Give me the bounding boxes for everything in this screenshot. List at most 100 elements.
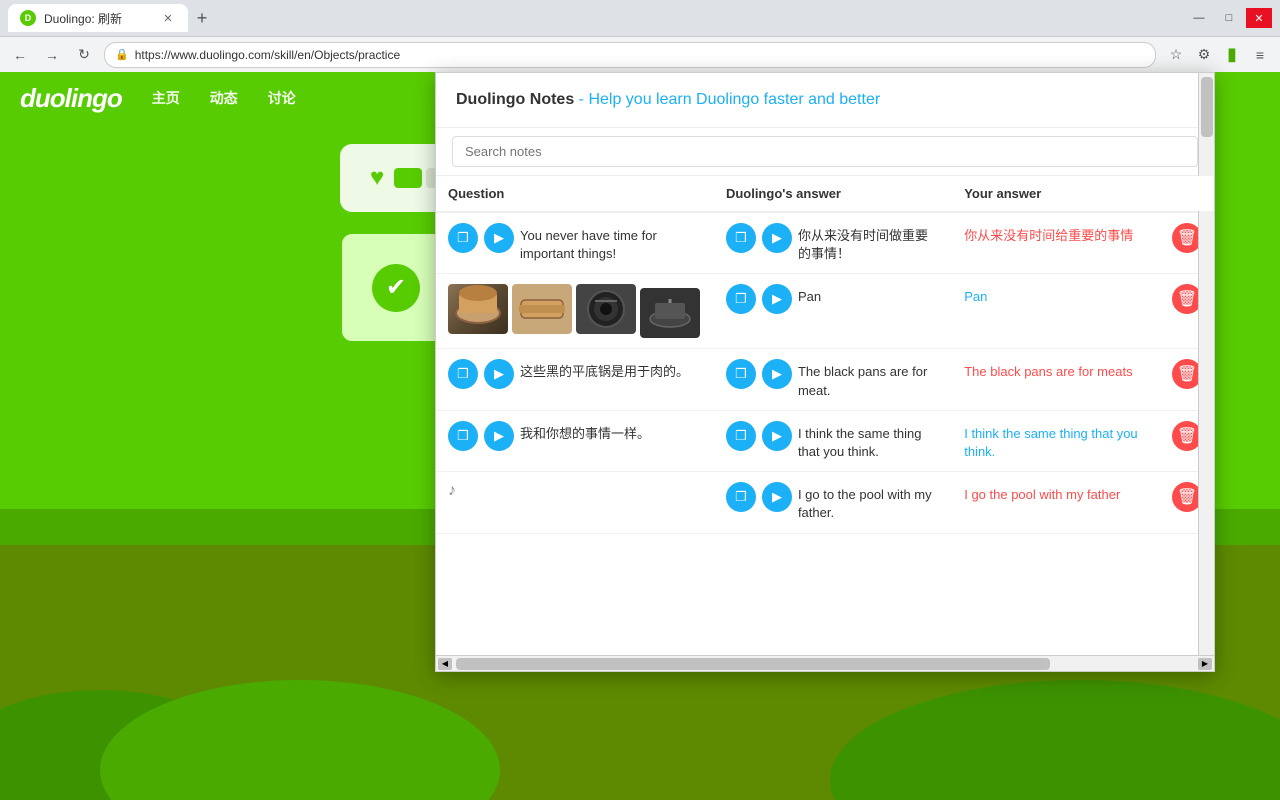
nav-activity[interactable]: 动态: [210, 84, 238, 112]
url-text: https://www.duolingo.com/skill/en/Object…: [135, 48, 400, 62]
notes-panel-title: Duolingo Notes: [456, 91, 574, 108]
your-answer-cell-3: The black pans are for meats: [952, 349, 1160, 410]
duo-copy-button-4[interactable]: ❐: [726, 421, 756, 451]
reload-button[interactable]: ↻: [72, 43, 96, 67]
browser-tab[interactable]: D Duolingo: 刷新 ✕: [8, 4, 188, 32]
notes-search-input[interactable]: [452, 136, 1198, 167]
question-text-1: You never have time for important things…: [520, 223, 702, 263]
chrome-frame: D Duolingo: 刷新 ✕ + — □ ✕ ← → ↻ 🔒 https:/…: [0, 0, 1280, 72]
copy-button-4[interactable]: ❐: [448, 421, 478, 451]
bookmark-icon[interactable]: ☆: [1164, 43, 1188, 67]
progress-cell-1: [394, 168, 422, 188]
your-answer-text-2: Pan: [964, 284, 1148, 306]
notes-panel: Duolingo Notes - Help you learn Duolingo…: [435, 72, 1215, 672]
maximize-button[interactable]: □: [1216, 8, 1242, 28]
duo-answer-text-2: Pan: [798, 284, 821, 306]
h-scroll-left-arrow[interactable]: ◀: [438, 658, 452, 670]
duo-answer-cell-1: ❐ ▶ 你从来没有时间做重要的事情！: [714, 212, 952, 274]
duo-copy-button-3[interactable]: ❐: [726, 359, 756, 389]
musical-note-icon: ♪: [448, 482, 456, 499]
extensions-icon[interactable]: ▮: [1220, 43, 1244, 67]
forward-button[interactable]: →: [40, 43, 64, 67]
duo-answer-text-3: The black pans are for meat.: [798, 359, 940, 399]
question-image-grid: [448, 284, 702, 338]
your-answer-text-1: 你从来没有时间给重要的事情: [964, 223, 1148, 245]
table-header-row: Question Duolingo's answer Your answer: [436, 176, 1214, 212]
question-cell-1: ❐ ▶ You never have time for important th…: [436, 212, 714, 274]
horizontal-scrollbar[interactable]: ◀ ▶: [436, 655, 1214, 671]
address-bar[interactable]: 🔒 https://www.duolingo.com/skill/en/Obje…: [104, 42, 1156, 68]
chrome-titlebar: D Duolingo: 刷新 ✕ + — □ ✕: [0, 0, 1280, 36]
settings-icon[interactable]: ⚙: [1192, 43, 1216, 67]
notes-overlay: Duolingo Notes - Help you learn Duolingo…: [435, 72, 1235, 800]
your-answer-text-5: I go the pool with my father: [964, 482, 1148, 504]
table-row: ❐ ▶ 我和你想的事情一样。 ❐ ▶ I think the same thin…: [436, 410, 1214, 471]
duo-answer-cell-4: ❐ ▶ I think the same thing that you thin…: [714, 410, 952, 471]
question-cell-3: ❐ ▶ 这些黑的平底锅是用于肉的。: [436, 349, 714, 410]
minimize-button[interactable]: —: [1186, 8, 1212, 28]
image-1: [448, 284, 508, 334]
table-row: ❐ ▶ 这些黑的平底锅是用于肉的。 ❐ ▶ The black pans are…: [436, 349, 1214, 410]
copy-button-1[interactable]: ❐: [448, 223, 478, 253]
main-content: duolingo 主页 动态 讨论 ♥: [0, 72, 1280, 800]
your-answer-cell-5: I go the pool with my father: [952, 472, 1160, 533]
duo-sound-button-4[interactable]: ▶: [762, 421, 792, 451]
col-header-delete: [1160, 176, 1214, 212]
correct-checkmark-icon: ✔: [372, 264, 420, 312]
close-button[interactable]: ✕: [1246, 8, 1272, 28]
vertical-scrollbar[interactable]: [1198, 73, 1214, 671]
question-text-3: 这些黑的平底锅是用于肉的。: [520, 359, 689, 381]
col-header-question: Question: [436, 176, 714, 212]
duo-answer-cell-3: ❐ ▶ The black pans are for meat.: [714, 349, 952, 410]
notes-table-container: Question Duolingo's answer Your answer ❐: [436, 176, 1214, 655]
h-scroll-track: [454, 658, 1196, 670]
question-cell-4: ❐ ▶ 我和你想的事情一样。: [436, 410, 714, 471]
favicon: D: [20, 10, 36, 26]
back-button[interactable]: ←: [8, 43, 32, 67]
sound-button-1[interactable]: ▶: [484, 223, 514, 253]
toolbar-icons: ☆ ⚙ ▮ ≡: [1164, 43, 1272, 67]
col-header-your: Your answer: [952, 176, 1160, 212]
duo-copy-button-5[interactable]: ❐: [726, 482, 756, 512]
duolingo-logo: duolingo: [20, 82, 122, 114]
window-controls: — □ ✕: [1186, 8, 1272, 28]
your-answer-cell-1: 你从来没有时间给重要的事情: [952, 212, 1160, 274]
duo-sound-button-1[interactable]: ▶: [762, 223, 792, 253]
h-scroll-right-arrow[interactable]: ▶: [1198, 658, 1212, 670]
your-answer-cell-4: I think the same thing that you think.: [952, 410, 1160, 471]
your-answer-text-4: I think the same thing that you think.: [964, 421, 1148, 461]
question-text-4: 我和你想的事情一样。: [520, 421, 650, 443]
table-row: ♪ ❐ ▶ I go to the pool with my father.: [436, 472, 1214, 533]
nav-home[interactable]: 主页: [152, 84, 180, 112]
duo-answer-cell-2: ❐ ▶ Pan: [714, 274, 952, 349]
nav-discuss[interactable]: 讨论: [268, 84, 296, 112]
heart-icon: ♥: [370, 164, 384, 192]
duo-sound-button-5[interactable]: ▶: [762, 482, 792, 512]
scrollbar-thumb[interactable]: [1201, 77, 1213, 137]
sound-button-3[interactable]: ▶: [484, 359, 514, 389]
notes-search-container: [436, 128, 1214, 176]
notes-table: Question Duolingo's answer Your answer ❐: [436, 176, 1214, 534]
duo-sound-button-2[interactable]: ▶: [762, 284, 792, 314]
menu-icon[interactable]: ≡: [1248, 43, 1272, 67]
notes-panel-header: Duolingo Notes - Help you learn Duolingo…: [436, 73, 1214, 128]
chrome-addressbar: ← → ↻ 🔒 https://www.duolingo.com/skill/e…: [0, 36, 1280, 72]
duo-copy-button-2[interactable]: ❐: [726, 284, 756, 314]
table-row: ❐ ▶ Pan Pan 🗑: [436, 274, 1214, 349]
sound-button-4[interactable]: ▶: [484, 421, 514, 451]
image-3: [576, 284, 636, 334]
h-scroll-thumb[interactable]: [456, 658, 1050, 670]
notes-panel-subtitle: - Help you learn Duolingo faster and bet…: [574, 91, 880, 108]
copy-button-3[interactable]: ❐: [448, 359, 478, 389]
duo-answer-cell-5: ❐ ▶ I go to the pool with my father.: [714, 472, 952, 533]
duo-copy-button-1[interactable]: ❐: [726, 223, 756, 253]
col-header-duolingo: Duolingo's answer: [714, 176, 952, 212]
duo-answer-text-1: 你从来没有时间做重要的事情！: [798, 223, 940, 263]
close-tab-button[interactable]: ✕: [160, 10, 176, 26]
duo-sound-button-3[interactable]: ▶: [762, 359, 792, 389]
new-tab-button[interactable]: +: [188, 4, 216, 32]
your-answer-text-3: The black pans are for meats: [964, 359, 1148, 381]
your-answer-cell-2: Pan: [952, 274, 1160, 349]
question-cell-5: ♪: [436, 472, 714, 533]
table-row: ❐ ▶ You never have time for important th…: [436, 212, 1214, 274]
